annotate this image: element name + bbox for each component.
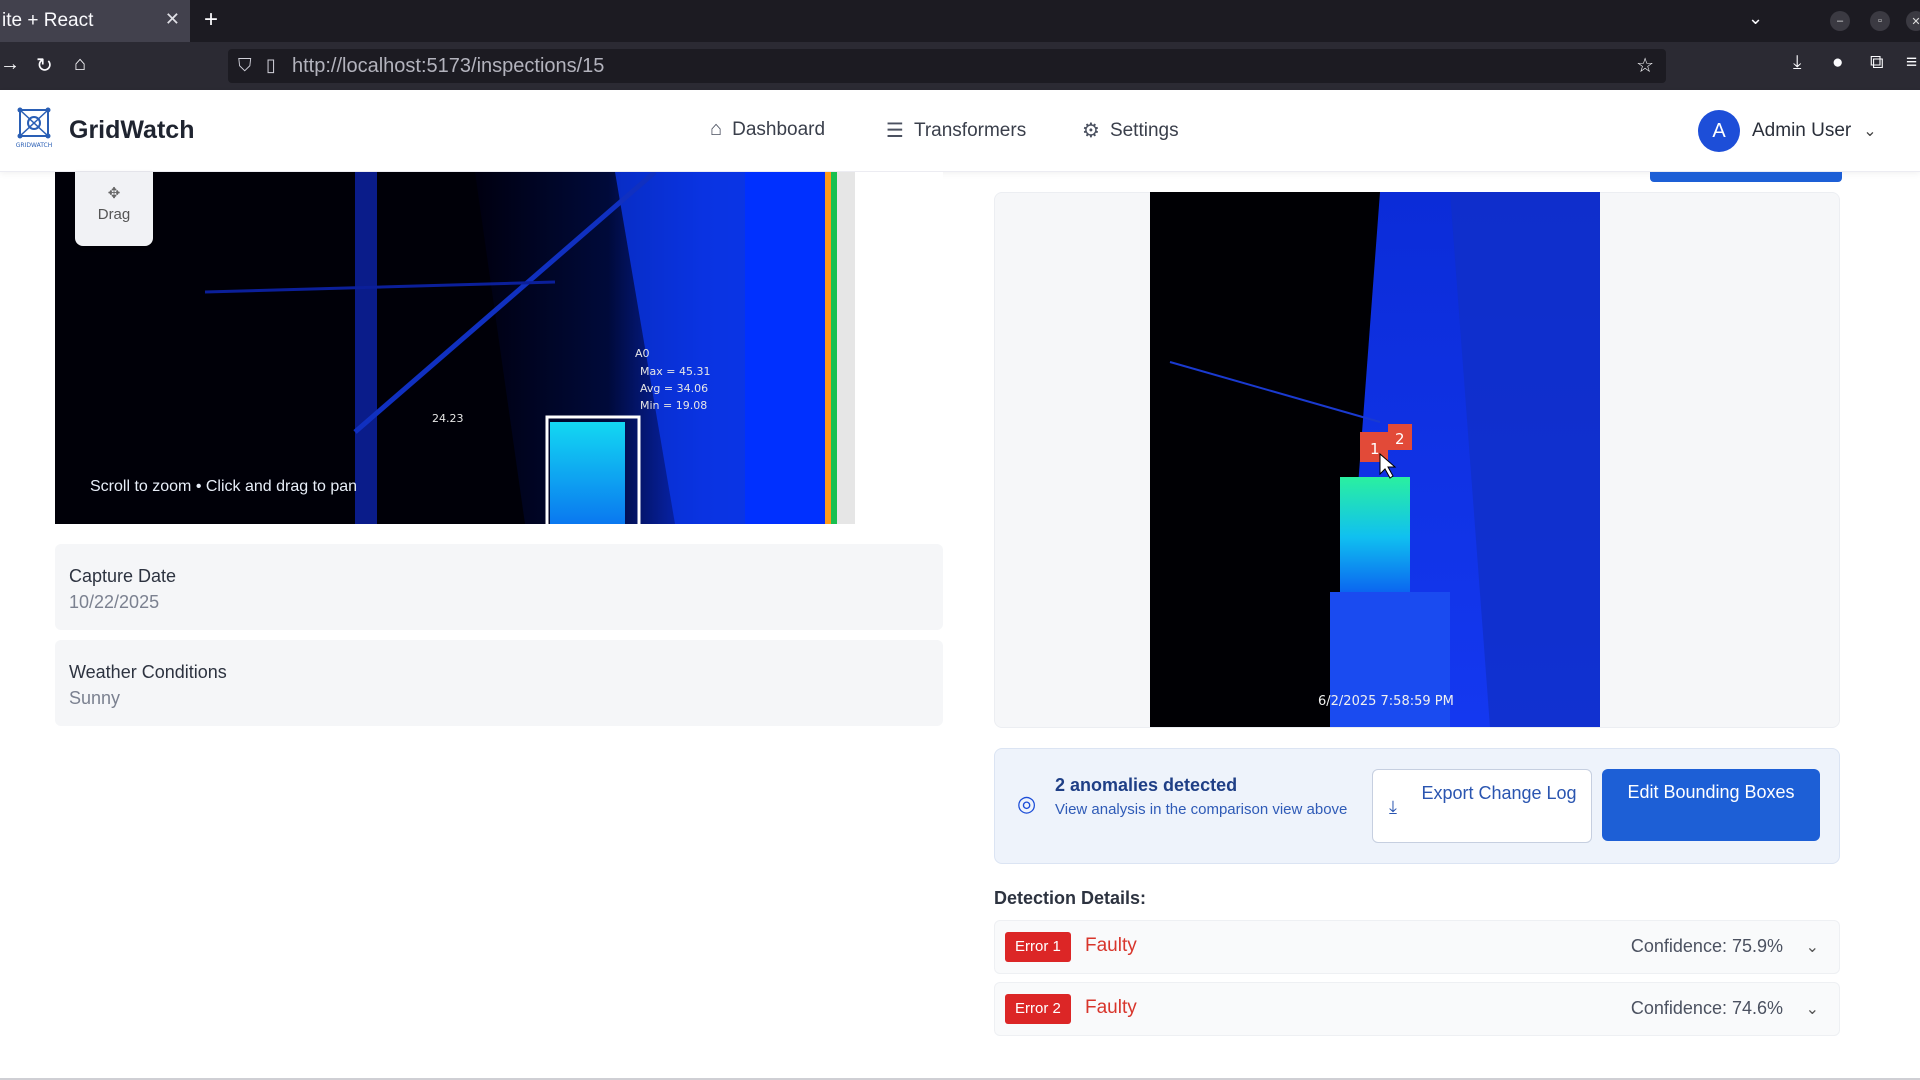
tab-title: ite + React [2, 10, 94, 31]
detection-kind: Faulty [1085, 935, 1137, 956]
capture-date-value: 10/22/2025 [69, 592, 160, 612]
error-badge: Error 2 [1005, 994, 1071, 1024]
svg-text:24.23: 24.23 [432, 412, 464, 425]
capture-date-card: Capture Date 10/22/2025 [55, 544, 943, 630]
nav-transformers[interactable]: ☰ Transformers [886, 118, 1026, 143]
chevron-down-icon[interactable]: ⌄ [1806, 999, 1819, 1019]
error-badge: Error 1 [1005, 932, 1071, 962]
svg-text:Max = 45.31: Max = 45.31 [640, 365, 710, 378]
svg-text:6/2/2025 7:58:59 PM: 6/2/2025 7:58:59 PM [1318, 694, 1454, 709]
anomaly-summary-panel: ◎ 2 anomalies detected View analysis in … [994, 748, 1840, 864]
detection-confidence: Confidence: 75.9% [1630, 936, 1783, 956]
drag-label: Drag [97, 206, 131, 223]
forward-icon[interactable]: → [0, 53, 20, 76]
export-change-log-label: Export Change Log [1421, 783, 1577, 803]
user-name: Admin User [1752, 120, 1852, 141]
thermal-image: A0 Max = 45.31 Avg = 34.06 Min = 19.08 2… [55, 172, 943, 524]
edit-bounding-boxes-button[interactable]: Edit Bounding Boxes [1602, 769, 1820, 841]
browser-tab[interactable]: ite + React ✕ [0, 0, 190, 42]
new-tab-button[interactable]: + [204, 6, 218, 34]
weather-label: Weather Conditions [69, 662, 227, 682]
svg-text:1: 1 [1370, 440, 1380, 458]
brand-name[interactable]: GridWatch [69, 116, 194, 145]
weather-card: Weather Conditions Sunny [55, 640, 943, 726]
gridwatch-logo-icon[interactable]: GRIDWATCH [14, 106, 54, 150]
avatar: A [1698, 110, 1740, 152]
svg-text:Avg = 34.06: Avg = 34.06 [640, 382, 708, 395]
nav-settings-label: Settings [1109, 119, 1179, 141]
detection-row[interactable]: Error 2 Faulty Confidence: 74.6% ⌄ [994, 982, 1840, 1036]
app-header: GRIDWATCH GridWatch ⌂ Dashboard ☰ Transf… [0, 90, 1920, 172]
downloads-icon[interactable]: ⤓ [1793, 52, 1801, 74]
move-icon: ✥ [107, 185, 121, 202]
anomaly-subtitle: View analysis in the comparison view abo… [1055, 801, 1348, 818]
extensions-icon[interactable]: ⧉ [1870, 52, 1884, 74]
browser-tab-bar: ite + React ✕ + ⌄ – ▫ ✕ [0, 0, 1920, 42]
database-icon: ☰ [886, 120, 904, 142]
home-icon: ⌂ [710, 118, 723, 140]
svg-text:A0: A0 [635, 347, 650, 360]
header-action-button[interactable] [1650, 172, 1842, 182]
url-text[interactable]: http://localhost:5173/inspections/15 [292, 55, 604, 78]
nav-settings[interactable]: ⚙ Settings [1082, 118, 1179, 143]
edit-bounding-boxes-label: Edit Bounding Boxes [1627, 782, 1795, 802]
shield-icon[interactable]: ⛉ [238, 55, 252, 76]
nav-dashboard[interactable]: ⌂ Dashboard [710, 118, 825, 141]
detection-confidence: Confidence: 74.6% [1630, 998, 1783, 1018]
browser-toolbar: → ↻ ⌂ ⛉ ▯ http://localhost:5173/inspecti… [0, 42, 1920, 90]
svg-text:2: 2 [1395, 430, 1405, 448]
comparison-image[interactable]: 1 2 6/2/2025 7:58:59 PM [1150, 192, 1600, 727]
capture-date-label: Capture Date [69, 566, 177, 586]
svg-text:GRIDWATCH: GRIDWATCH [16, 142, 52, 149]
menu-icon[interactable]: ≡ [1906, 52, 1917, 74]
detection-details-title: Detection Details: [994, 888, 1147, 908]
anomaly-count-title: 2 anomalies detected [1055, 775, 1238, 795]
list-tabs-chevron-icon[interactable]: ⌄ [1748, 8, 1763, 29]
account-icon[interactable]: ● [1832, 52, 1843, 74]
thermal-image-viewer[interactable]: A0 Max = 45.31 Avg = 34.06 Min = 19.08 2… [55, 172, 943, 524]
detection-kind: Faulty [1085, 997, 1137, 1018]
export-change-log-button[interactable]: ⤓ Export Change Log [1372, 769, 1592, 843]
nav-dashboard-label: Dashboard [732, 118, 826, 140]
zoom-pan-hint: Scroll to zoom • Click and drag to pan [90, 478, 358, 495]
home-icon[interactable]: ⌂ [74, 53, 86, 76]
detection-row[interactable]: Error 1 Faulty Confidence: 75.9% ⌄ [994, 920, 1840, 974]
user-menu[interactable]: A Admin User ⌄ [1698, 110, 1877, 152]
chevron-down-icon: ⌄ [1863, 123, 1877, 140]
weather-value: Sunny [69, 688, 121, 708]
svg-text:Min = 19.08: Min = 19.08 [640, 399, 707, 412]
chevron-down-icon[interactable]: ⌄ [1806, 937, 1819, 957]
minimize-window-icon[interactable]: – [1830, 11, 1850, 31]
close-window-icon[interactable]: ✕ [1906, 11, 1920, 31]
address-bar[interactable]: ⛉ ▯ http://localhost:5173/inspections/15… [228, 49, 1666, 83]
reload-icon[interactable]: ↻ [36, 53, 53, 78]
bookmark-star-icon[interactable]: ☆ [1636, 53, 1654, 78]
brain-icon: ◎ [1017, 791, 1037, 816]
nav-transformers-label: Transformers [913, 119, 1027, 141]
page-info-icon[interactable]: ▯ [266, 55, 276, 76]
thermal-comparison-image: 1 2 6/2/2025 7:58:59 PM [1150, 192, 1600, 727]
close-tab-icon[interactable]: ✕ [165, 9, 180, 30]
maximize-window-icon[interactable]: ▫ [1870, 11, 1890, 31]
drag-handle-button[interactable]: ✥ Drag [75, 172, 153, 246]
download-icon: ⤓ [1389, 797, 1397, 817]
gear-icon: ⚙ [1082, 120, 1100, 142]
